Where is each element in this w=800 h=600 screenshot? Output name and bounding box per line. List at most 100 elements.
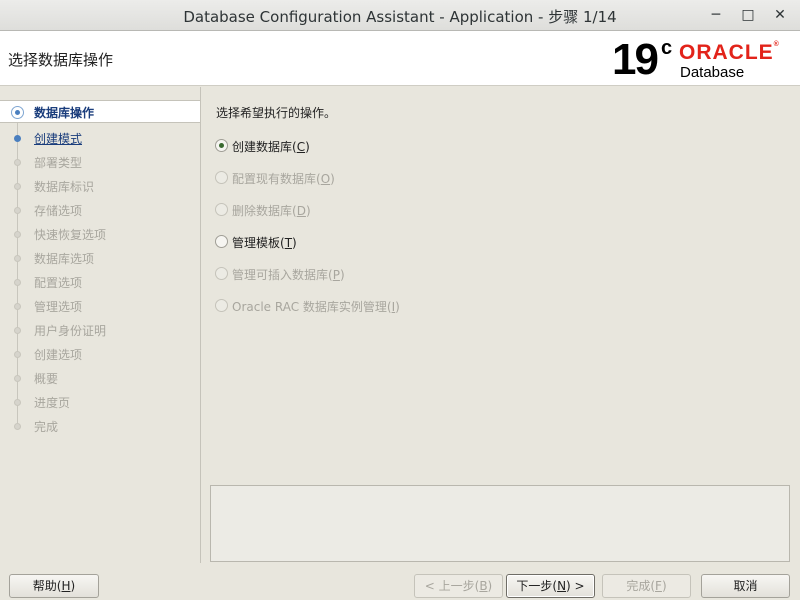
page-title: 选择数据库操作 — [8, 51, 114, 69]
step-indicator-icon — [14, 303, 21, 310]
step-item-management-options: 管理选项 — [0, 295, 199, 317]
step-item-creation-option: 创建选项 — [0, 343, 199, 365]
button-bar: 帮助(H) < 上一步(B) 下一步(N) > 完成(F) 取消 — [0, 563, 800, 600]
step-item-finish: 完成 — [0, 415, 199, 437]
step-indicator-icon — [14, 231, 21, 238]
option-rac-instance-management: Oracle RAC 数据库实例管理(I) — [215, 296, 515, 314]
option-mnemonic: T — [284, 236, 293, 250]
cancel-button[interactable]: 取消 — [701, 574, 790, 598]
step-label: 快速恢复选项 — [34, 228, 107, 242]
step-label: 完成 — [34, 420, 59, 434]
option-manage-templates[interactable]: 管理模板(T) — [215, 232, 515, 250]
step-indicator-icon — [14, 279, 21, 286]
option-label-text: 管理可插入数据库( — [232, 268, 333, 282]
back-button-mnemonic: B — [479, 579, 488, 593]
finish-button[interactable]: 完成(F) — [602, 574, 691, 598]
window-titlebar[interactable]: Database Configuration Assistant - Appli… — [0, 0, 800, 31]
step-indicator-icon — [14, 327, 21, 334]
option-manage-pluggable-databases: 管理可插入数据库(P) — [215, 264, 515, 282]
step-item-summary: 概要 — [0, 367, 199, 389]
option-label-text: Oracle RAC 数据库实例管理( — [232, 300, 392, 314]
step-item-deployment-type: 部署类型 — [0, 151, 199, 173]
option-label-text: 配置现有数据库( — [232, 172, 321, 186]
logo-product: Database — [680, 64, 745, 81]
step-item-storage-option: 存储选项 — [0, 199, 199, 221]
step-indicator-icon — [14, 135, 21, 142]
radio-button[interactable] — [215, 235, 228, 248]
main-panel: 选择希望执行的操作。 创建数据库(C) 配置现有数据库(O) 删除数据库(D) 管理模… — [201, 87, 800, 563]
option-mnemonic: D — [296, 204, 306, 218]
option-label-text: 创建数据库( — [232, 140, 297, 154]
step-indicator-icon — [11, 106, 24, 119]
step-indicator-icon — [14, 423, 21, 430]
option-mnemonic: C — [296, 140, 306, 154]
step-label: 部署类型 — [34, 156, 83, 170]
finish-button-label: 完成( — [626, 579, 656, 593]
option-label-suffix: ) — [305, 140, 310, 154]
finish-button-mnemonic: F — [655, 579, 662, 593]
step-label: 配置选项 — [34, 276, 83, 290]
option-label: 删除数据库(D) — [232, 202, 311, 219]
step-label: 创建模式 — [34, 132, 83, 146]
step-item-fast-recovery-option: 快速恢复选项 — [0, 223, 199, 245]
option-label-text: 管理模板( — [232, 236, 285, 250]
oracle-database-logo: 19 c ORACLE® Database — [612, 35, 792, 84]
radio-button — [215, 299, 228, 312]
step-item-user-credentials: 用户身份证明 — [0, 319, 199, 341]
step-label: 数据库标识 — [34, 180, 95, 194]
step-label: 数据库选项 — [34, 252, 95, 266]
option-create-database[interactable]: 创建数据库(C) — [215, 136, 515, 154]
option-label: 创建数据库(C) — [232, 138, 310, 155]
option-mnemonic: O — [320, 172, 331, 186]
step-indicator-icon — [14, 183, 21, 190]
page-header: 选择数据库操作 19 c ORACLE® Database — [0, 31, 800, 86]
option-label-suffix: ) — [330, 172, 335, 186]
message-area — [210, 485, 790, 562]
back-button-label: < 上一步( — [424, 579, 480, 593]
step-item-database-identification: 数据库标识 — [0, 175, 199, 197]
step-item-progress-page: 进度页 — [0, 391, 199, 413]
logo-brand: ORACLE® — [679, 41, 780, 64]
close-icon[interactable]: ✕ — [769, 4, 791, 26]
step-indicator-icon — [14, 375, 21, 382]
option-mnemonic: P — [332, 268, 340, 282]
step-item-configuration-options: 配置选项 — [0, 271, 199, 293]
step-label: 用户身份证明 — [34, 324, 107, 338]
help-button-label: 帮助( — [32, 579, 62, 593]
option-delete-database: 删除数据库(D) — [215, 200, 515, 218]
maximize-icon[interactable]: □ — [737, 4, 759, 26]
option-label-suffix: ) — [339, 268, 345, 282]
step-label: 创建选项 — [34, 348, 83, 362]
help-button[interactable]: 帮助(H) — [9, 574, 99, 598]
logo-version: 19 — [612, 35, 659, 84]
step-indicator-icon — [14, 351, 21, 358]
cancel-button-label: 取消 — [733, 579, 758, 593]
step-item-database-operation[interactable]: 数据库操作 — [0, 100, 200, 123]
step-indicator-icon — [14, 255, 21, 262]
help-button-suffix: ) — [70, 579, 76, 593]
step-label: 进度页 — [34, 396, 71, 410]
radio-button[interactable] — [215, 139, 228, 152]
window-title: Database Configuration Assistant - Appli… — [183, 8, 617, 26]
steps-panel: 数据库操作创建模式部署类型数据库标识存储选项快速恢复选项 数据库选项配置选项管理选… — [0, 87, 201, 563]
option-label: 配置现有数据库(O) — [232, 170, 335, 187]
option-configure-existing-database: 配置现有数据库(O) — [215, 168, 515, 186]
option-label-text: 删除数据库( — [232, 204, 297, 218]
back-button[interactable]: < 上一步(B) — [414, 574, 503, 598]
step-item-database-options: 数据库选项 — [0, 247, 199, 269]
step-label: 存储选项 — [34, 204, 83, 218]
operation-prompt: 选择希望执行的操作。 — [216, 106, 337, 120]
back-button-suffix: ) — [487, 579, 493, 593]
minimize-icon[interactable]: ─ — [705, 4, 727, 26]
logo-brand-text: ORACLE — [679, 41, 774, 64]
step-item-creation-mode[interactable]: 创建模式 — [0, 127, 199, 149]
step-label: 管理选项 — [34, 300, 83, 314]
next-button-label: 下一步( — [516, 579, 558, 593]
option-label-suffix: ) — [292, 236, 297, 250]
logo-version-suffix: c — [661, 37, 673, 59]
option-label-suffix: ) — [395, 300, 400, 314]
step-indicator-icon — [14, 159, 21, 166]
option-label: Oracle RAC 数据库实例管理(I) — [232, 298, 400, 315]
option-label: 管理模板(T) — [232, 234, 297, 251]
next-button[interactable]: 下一步(N) > — [506, 574, 595, 598]
